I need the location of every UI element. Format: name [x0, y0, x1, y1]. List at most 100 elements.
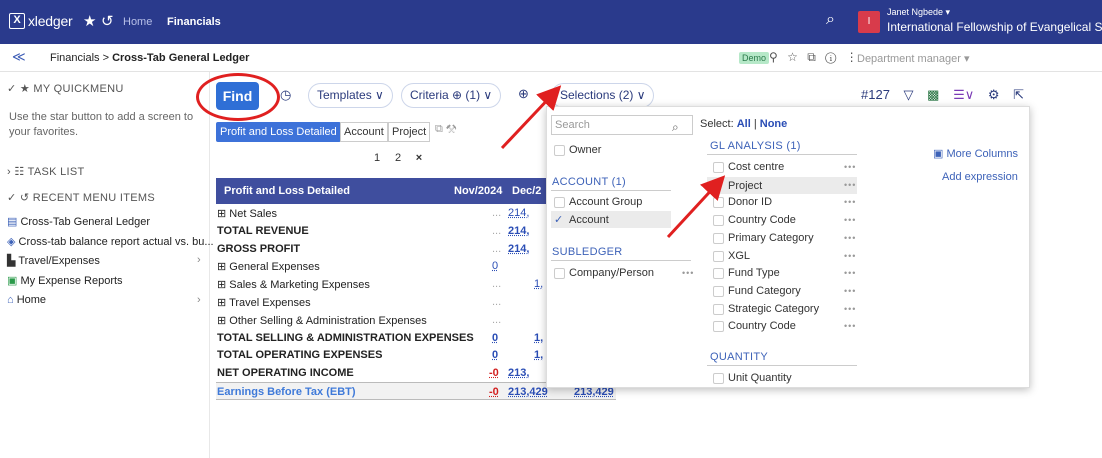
xledger-logo-icon[interactable]: X	[9, 13, 25, 29]
chevron-right-icon[interactable]: ›	[197, 294, 201, 306]
cell-value[interactable]: 0	[492, 332, 498, 344]
clock-icon[interactable]: ◷	[280, 87, 291, 103]
checkbox-country-code-2[interactable]: Country Code	[713, 320, 796, 332]
checkbox-fund-type[interactable]: Fund Type	[713, 267, 780, 279]
checkbox-icon[interactable]	[554, 196, 565, 208]
cell-value[interactable]: 0	[492, 349, 498, 361]
checkbox-company-person[interactable]: Company/Person	[554, 267, 654, 279]
organization-name[interactable]: International Fellowship of Evangelical …	[887, 20, 1102, 34]
tab-tools-icon[interactable]: ⧉ ⚒	[435, 123, 457, 136]
more-options-icon[interactable]: •••	[844, 286, 856, 296]
cell-value[interactable]: 214,	[508, 225, 529, 237]
search-icon[interactable]: ⌕	[826, 11, 835, 29]
search-input[interactable]: Search ⌕	[551, 115, 693, 135]
cell-value[interactable]: -0	[489, 367, 499, 379]
row-label[interactable]: ⊞ General Expenses	[217, 260, 320, 273]
more-options-icon[interactable]: •••	[844, 162, 856, 172]
checkbox-icon[interactable]	[713, 372, 724, 384]
app-logo-text[interactable]: xledger	[28, 13, 73, 29]
recent-item-travel[interactable]: ▙ Travel/Expenses	[7, 254, 100, 267]
row-label[interactable]: ⊞ Net Sales	[217, 207, 277, 220]
cell-value[interactable]: 214,	[508, 243, 529, 255]
row-label[interactable]: ⊞ Other Selling & Administration Expense…	[217, 314, 427, 327]
checkbox-icon[interactable]	[713, 250, 724, 262]
cell-value[interactable]: ...	[492, 207, 501, 219]
header-nov-2024[interactable]: Nov/2024	[454, 185, 502, 197]
checkbox-cost-centre[interactable]: Cost centre	[713, 161, 784, 173]
checkbox-xgl[interactable]: XGL	[713, 250, 750, 262]
checkbox-owner[interactable]: Owner	[554, 144, 601, 156]
list-view-icon[interactable]: ☰∨	[953, 87, 974, 102]
checkbox-icon[interactable]	[713, 267, 724, 279]
nav-financials[interactable]: Financials	[167, 16, 221, 28]
tab-project[interactable]: Project	[388, 122, 431, 142]
recent-item-cross-tab-balance[interactable]: ◈ Cross-tab balance report actual vs. bu…	[7, 235, 214, 248]
cell-value[interactable]: ...	[492, 278, 501, 290]
more-options-icon[interactable]: •••	[844, 197, 856, 207]
templates-dropdown[interactable]: Templates ∨	[308, 83, 393, 108]
checkbox-unit-quantity[interactable]: Unit Quantity	[713, 372, 792, 384]
tab-profit-loss-detailed[interactable]: Profit and Loss Detailed	[216, 122, 341, 142]
chevron-right-icon[interactable]: ›	[197, 254, 201, 266]
more-columns-link[interactable]: ▣ More Columns	[933, 147, 1018, 160]
more-options-icon[interactable]: •••	[844, 215, 856, 225]
recent-item-cross-tab-gl[interactable]: ▤ Cross-Tab General Ledger	[7, 215, 150, 228]
tasklist-heading[interactable]: › ☷ TASK LIST	[7, 165, 85, 178]
checkbox-icon[interactable]	[713, 232, 724, 244]
star-icon[interactable]: ★	[83, 12, 96, 30]
cell-value[interactable]: 214,	[508, 207, 529, 219]
checkbox-strategic-category[interactable]: Strategic Category	[713, 303, 819, 315]
cell-value[interactable]: 1,	[534, 349, 543, 361]
cell-value[interactable]: 1,	[534, 332, 543, 344]
checkmark-icon[interactable]: ✓	[554, 213, 565, 226]
checkbox-donor-id[interactable]: Donor ID	[713, 196, 772, 208]
more-options-icon[interactable]: •••	[844, 251, 856, 261]
page-2[interactable]: 2	[391, 148, 405, 168]
select-none-link[interactable]: None	[760, 118, 788, 130]
search-icon[interactable]: ⌕	[672, 118, 679, 136]
more-options-icon[interactable]: •••	[682, 268, 694, 278]
user-name[interactable]: Janet Ngbede ▾	[887, 7, 950, 18]
toolbar-icons[interactable]: ⚲ ☆ ⧉ ⓘ ⋮	[769, 50, 861, 65]
nav-home[interactable]: Home	[123, 16, 152, 28]
page-1[interactable]: 1	[370, 148, 384, 168]
checkbox-account[interactable]: ✓ Account	[554, 213, 609, 226]
checkbox-icon[interactable]	[713, 303, 724, 315]
more-options-icon[interactable]: •••	[844, 321, 856, 331]
breadcrumb-parent[interactable]: Financials >	[50, 52, 112, 64]
checkbox-account-group[interactable]: Account Group	[554, 196, 642, 208]
add-expression-link[interactable]: Add expression	[942, 171, 1018, 183]
cell-value[interactable]: ...	[492, 225, 501, 237]
recent-heading[interactable]: ✓ ↺ RECENT MENU ITEMS	[7, 191, 155, 204]
gear-icon[interactable]: ⚙	[988, 87, 1000, 102]
more-options-icon[interactable]: •••	[844, 180, 856, 190]
checkbox-icon[interactable]	[713, 320, 724, 332]
checkbox-icon[interactable]	[554, 144, 565, 156]
checkbox-icon[interactable]	[713, 214, 724, 226]
checkbox-icon[interactable]	[713, 285, 724, 297]
checkbox-fund-category[interactable]: Fund Category	[713, 285, 801, 297]
history-icon[interactable]: ↺	[101, 12, 114, 30]
selections-dropdown[interactable]: Selections (2) ∨	[551, 83, 655, 108]
more-options-icon[interactable]: •••	[844, 233, 856, 243]
cell-value[interactable]: ...	[492, 296, 501, 308]
tab-account[interactable]: Account	[340, 122, 388, 142]
checkbox-icon[interactable]	[554, 267, 565, 279]
checkbox-icon[interactable]	[713, 196, 724, 208]
cell-value[interactable]: 0	[492, 260, 498, 272]
more-options-icon[interactable]: •••	[844, 268, 856, 278]
row-label[interactable]: ⊞ Sales & Marketing Expenses	[217, 278, 370, 291]
cell-value[interactable]: ...	[492, 314, 501, 326]
avatar[interactable]: I	[858, 11, 880, 33]
recent-item-expense-reports[interactable]: ▣ My Expense Reports	[7, 274, 123, 287]
open-external-icon[interactable]: ⇱	[1013, 87, 1024, 102]
filter-icon[interactable]: ▽	[904, 87, 914, 102]
close-icon[interactable]: ×	[412, 148, 426, 168]
criteria-dropdown[interactable]: Criteria ⊕ (1) ∨	[401, 83, 502, 108]
more-options-icon[interactable]: •••	[844, 304, 856, 314]
cell-value[interactable]: -0	[489, 386, 499, 398]
zoom-icon[interactable]: ⊕	[518, 86, 529, 102]
recent-item-home[interactable]: ⌂ Home	[7, 294, 46, 306]
checkmark-icon[interactable]: ✓	[713, 179, 724, 192]
cell-value[interactable]: 213,	[508, 367, 529, 379]
